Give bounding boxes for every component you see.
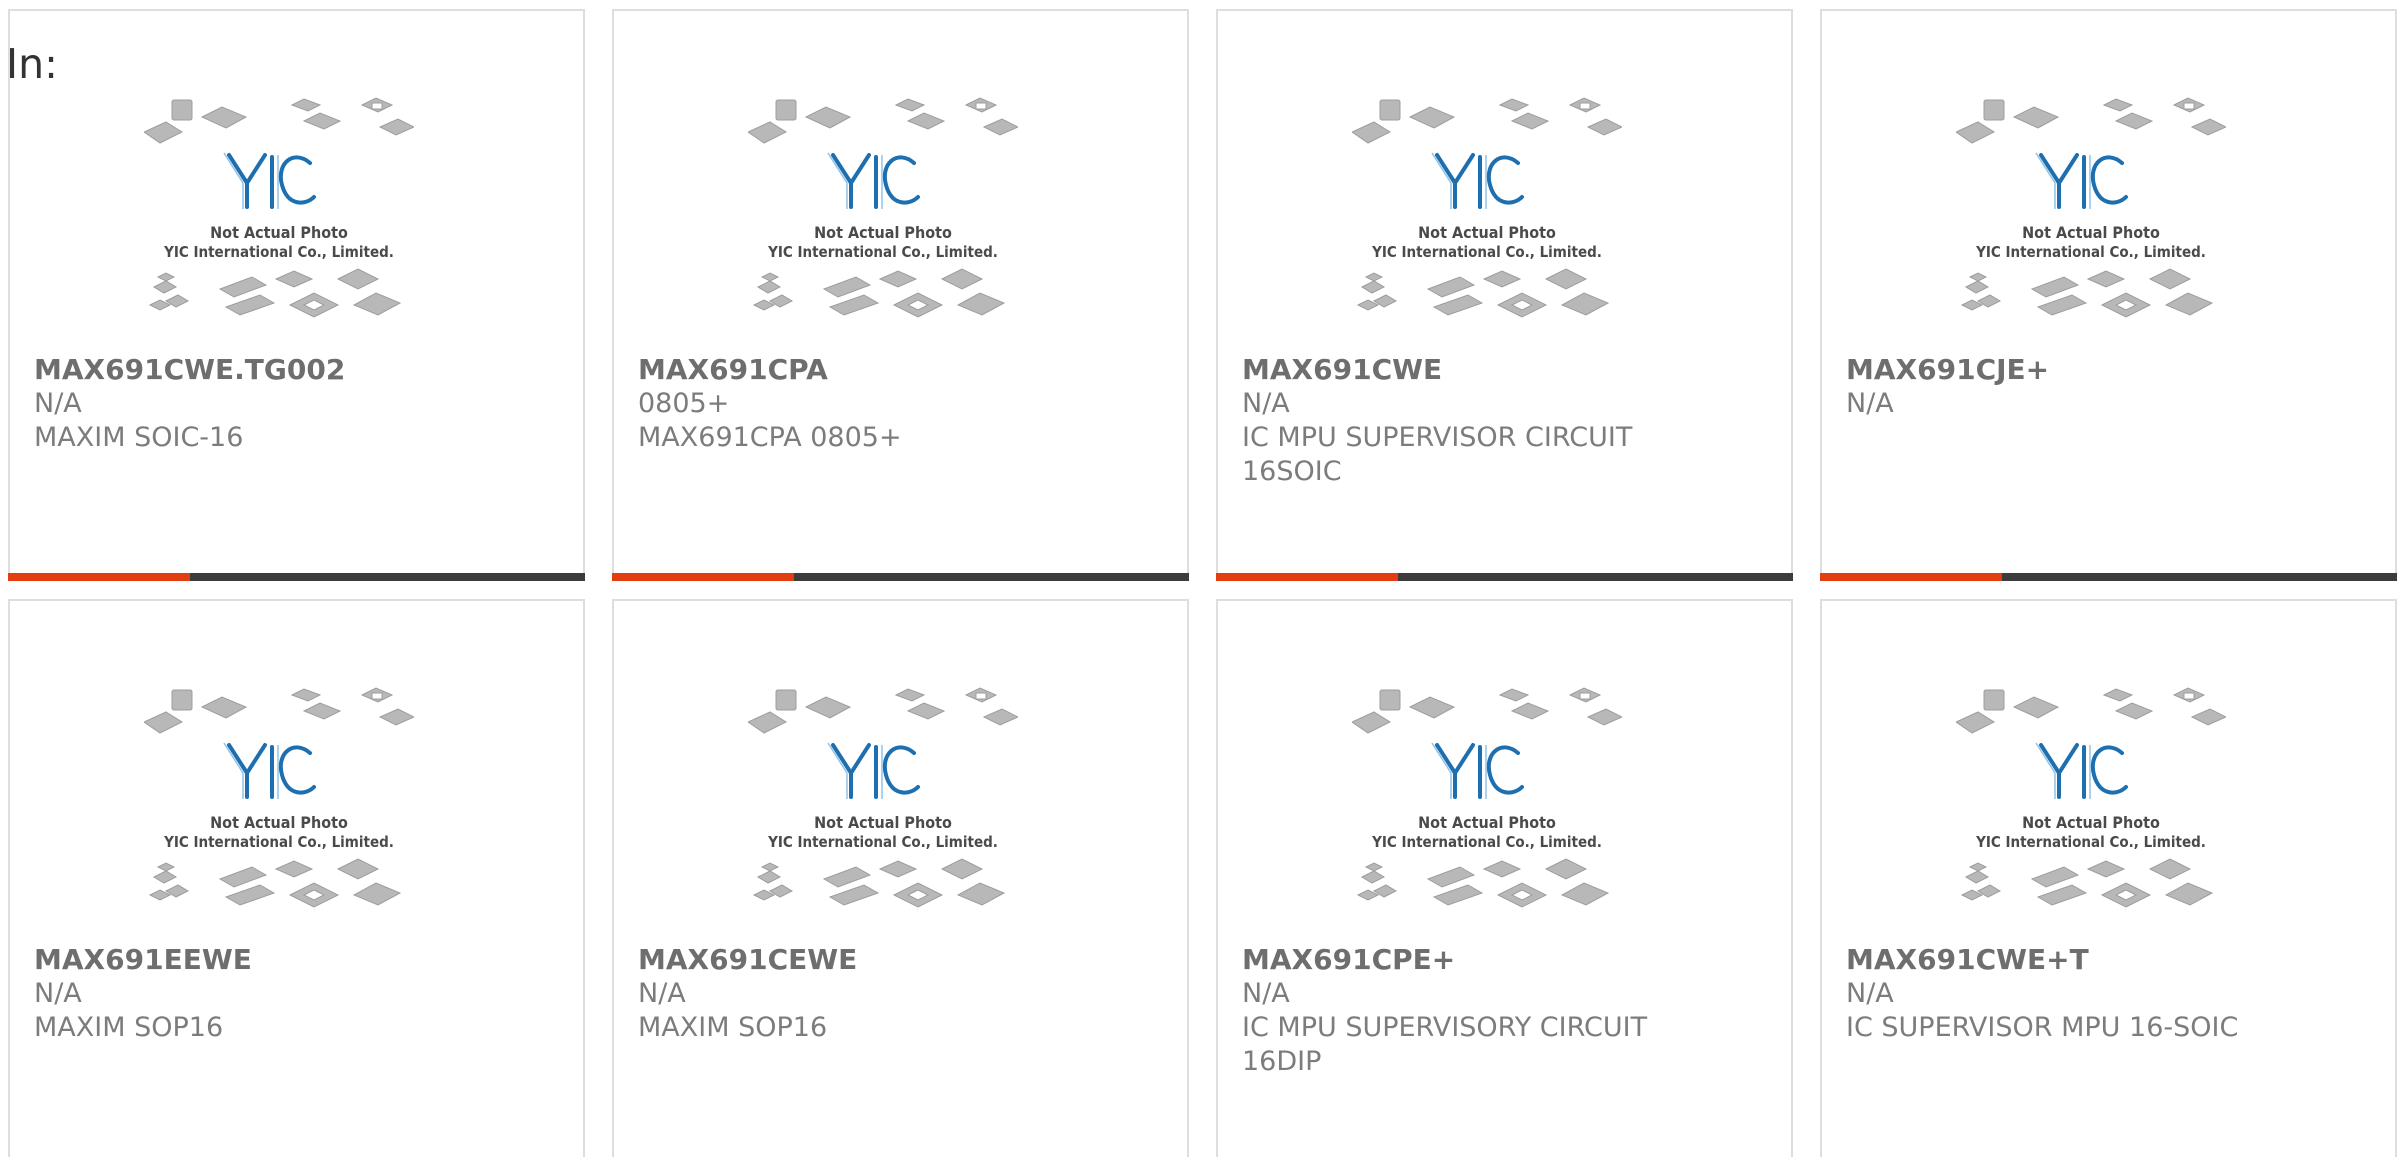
part-number[interactable]: MAX691CWE.TG002	[34, 353, 345, 387]
not-actual-photo-image: Not Actual Photo YIC International Co., …	[144, 97, 414, 318]
part-subtitle: N/A	[1242, 978, 1290, 1009]
product-card[interactable]: Not Actual Photo YIC International Co., …	[8, 599, 585, 1157]
part-subtitle: N/A	[1846, 978, 1894, 1009]
placeholder-line1: Not Actual Photo	[814, 813, 952, 832]
placeholder-line1: Not Actual Photo	[2022, 813, 2160, 832]
product-card[interactable]: Not Actual Photo YIC International Co., …	[1216, 599, 1793, 1157]
card-bottom-bar	[612, 573, 1189, 581]
placeholder-line2: YIC International Co., Limited.	[1975, 833, 2206, 851]
part-description: MAX691CPA 0805+	[638, 422, 902, 453]
placeholder-line1: Not Actual Photo	[1418, 223, 1556, 242]
not-actual-photo-image: Not Actual Photo YIC International Co., …	[1956, 97, 2226, 318]
part-number[interactable]: MAX691CWE+T	[1846, 943, 2089, 977]
part-subtitle: 0805+	[638, 388, 730, 419]
not-actual-photo-image: Not Actual Photo YIC International Co., …	[748, 97, 1018, 318]
placeholder-line2: YIC International Co., Limited.	[163, 243, 394, 261]
placeholder-line1: Not Actual Photo	[2022, 223, 2160, 242]
part-number[interactable]: MAX691CWE	[1242, 353, 1442, 387]
product-card[interactable]: Not Actual Photo YIC International Co., …	[1820, 9, 2397, 581]
part-number[interactable]: MAX691CPE+	[1242, 943, 1455, 977]
product-card[interactable]: Not Actual Photo YIC International Co., …	[1820, 599, 2397, 1157]
card-bottom-bar-accent	[612, 573, 794, 581]
part-number[interactable]: MAX691EEWE	[34, 943, 252, 977]
part-description: MAXIM SOP16	[34, 1012, 224, 1043]
part-subtitle: N/A	[1846, 388, 1894, 419]
part-description: IC SUPERVISOR MPU 16-SOIC	[1846, 1012, 2239, 1043]
part-subtitle: N/A	[1242, 388, 1290, 419]
in-label: In:	[6, 40, 58, 88]
part-description: IC MPU SUPERVISOR CIRCUIT 16SOIC	[1242, 422, 1633, 487]
part-subtitle: N/A	[34, 978, 82, 1009]
placeholder-line2: YIC International Co., Limited.	[1371, 243, 1602, 261]
placeholder-line2: YIC International Co., Limited.	[163, 833, 394, 851]
not-actual-photo-image: Not Actual Photo YIC International Co., …	[748, 687, 1018, 908]
placeholder-line2: YIC International Co., Limited.	[767, 243, 998, 261]
part-description: MAXIM SOIC-16	[34, 422, 244, 453]
product-grid-page: In: Not Actual Photo YIC International C…	[0, 0, 2400, 1157]
placeholder-line2: YIC International Co., Limited.	[767, 833, 998, 851]
placeholder-line1: Not Actual Photo	[1418, 813, 1556, 832]
not-actual-photo-image: Not Actual Photo YIC International Co., …	[1956, 687, 2226, 908]
placeholder-line2: YIC International Co., Limited.	[1371, 833, 1602, 851]
card-bottom-bar-accent	[1820, 573, 2002, 581]
not-actual-photo-image: Not Actual Photo YIC International Co., …	[144, 687, 414, 908]
not-actual-photo-image: Not Actual Photo YIC International Co., …	[1352, 687, 1622, 908]
part-description: MAXIM SOP16	[638, 1012, 828, 1043]
not-actual-photo-image: Not Actual Photo YIC International Co., …	[1352, 97, 1622, 318]
part-number[interactable]: MAX691CPA	[638, 353, 828, 387]
card-bottom-bar	[1216, 573, 1793, 581]
part-subtitle: N/A	[34, 388, 82, 419]
part-number[interactable]: MAX691CEWE	[638, 943, 857, 977]
product-card[interactable]: Not Actual Photo YIC International Co., …	[612, 9, 1189, 581]
part-description: IC MPU SUPERVISORY CIRCUIT 16DIP	[1242, 1012, 1648, 1077]
card-bottom-bar	[8, 573, 585, 581]
card-bottom-bar-accent	[1216, 573, 1398, 581]
placeholder-line2: YIC International Co., Limited.	[1975, 243, 2206, 261]
placeholder-line1: Not Actual Photo	[210, 223, 348, 242]
product-card[interactable]: Not Actual Photo YIC International Co., …	[612, 599, 1189, 1157]
card-bottom-bar	[1820, 573, 2397, 581]
product-card[interactable]: Not Actual Photo YIC International Co., …	[8, 9, 585, 581]
part-number[interactable]: MAX691CJE+	[1846, 353, 2049, 387]
card-bottom-bar-accent	[8, 573, 190, 581]
placeholder-line1: Not Actual Photo	[210, 813, 348, 832]
part-subtitle: N/A	[638, 978, 686, 1009]
placeholder-line1: Not Actual Photo	[814, 223, 952, 242]
product-card[interactable]: Not Actual Photo YIC International Co., …	[1216, 9, 1793, 581]
